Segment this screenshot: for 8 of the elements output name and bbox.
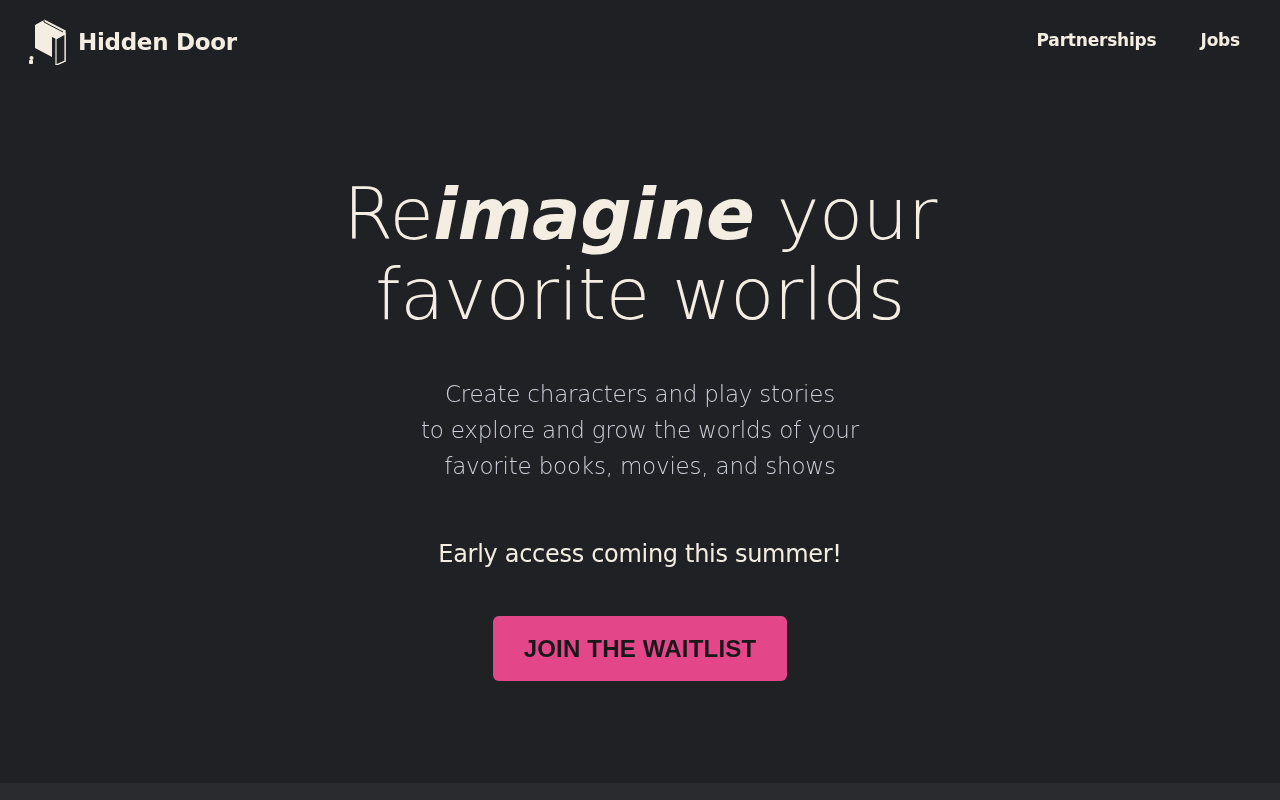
hero-subtitle: Create characters and play stories to explore and grow the worlds of your favorite books, movies, and shows — [420, 380, 859, 481]
hero-headline: Reimagine your favorite worlds — [343, 174, 937, 334]
brand-name[interactable]: Hidden Door — [78, 29, 237, 55]
nav-link[interactable]: Jobs — [1200, 29, 1240, 50]
join-waitlist-button[interactable]: JOIN THE WAITLIST — [493, 616, 787, 681]
nav-link[interactable]: Partnerships — [1036, 29, 1157, 50]
door-logo-icon[interactable] — [28, 19, 66, 65]
announcement-text: Early access coming this summer! — [438, 539, 842, 570]
